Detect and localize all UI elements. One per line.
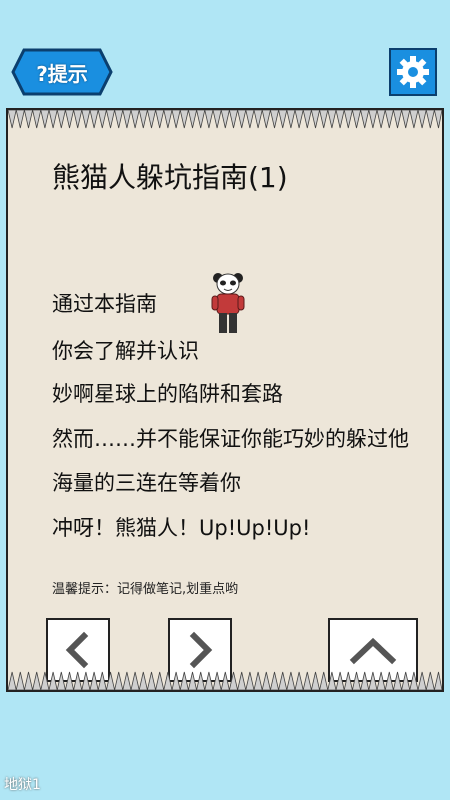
level-label: 地狱1: [4, 777, 41, 793]
guide-line-4: 然而……并不能保证你能巧妙的躲过他: [52, 427, 409, 451]
guide-line-1: 通过本指南: [52, 292, 157, 316]
guide-line-2: 你会了解并认识: [52, 339, 199, 363]
hint-label: ?提示: [36, 61, 88, 86]
guide-line-6: 冲呀！熊猫人！Up!Up!Up!: [52, 516, 311, 540]
chevron-left-icon: [65, 631, 89, 669]
panda-character-icon: [211, 273, 245, 333]
chevron-right-icon: [189, 631, 213, 669]
guide-line-5: 海量的三连在等着你: [52, 471, 241, 495]
bottom-spikes: [8, 671, 442, 690]
hint-button[interactable]: ?提示: [10, 47, 114, 97]
gear-icon: [397, 56, 429, 88]
guide-line-3: 妙啊星球上的陷阱和套路: [52, 382, 283, 406]
guide-title: 熊猫人躲坑指南(1): [52, 161, 288, 194]
chevron-up-icon: [349, 637, 397, 665]
settings-button[interactable]: [389, 48, 437, 96]
top-spikes: [8, 110, 442, 129]
tip-text: 温馨提示：记得做笔记,划重点哟: [52, 582, 239, 597]
guide-panel: 熊猫人躲坑指南(1) 通过本指南 你会了解并认识 妙啊星球上的陷阱和套路 然而……: [6, 108, 444, 692]
